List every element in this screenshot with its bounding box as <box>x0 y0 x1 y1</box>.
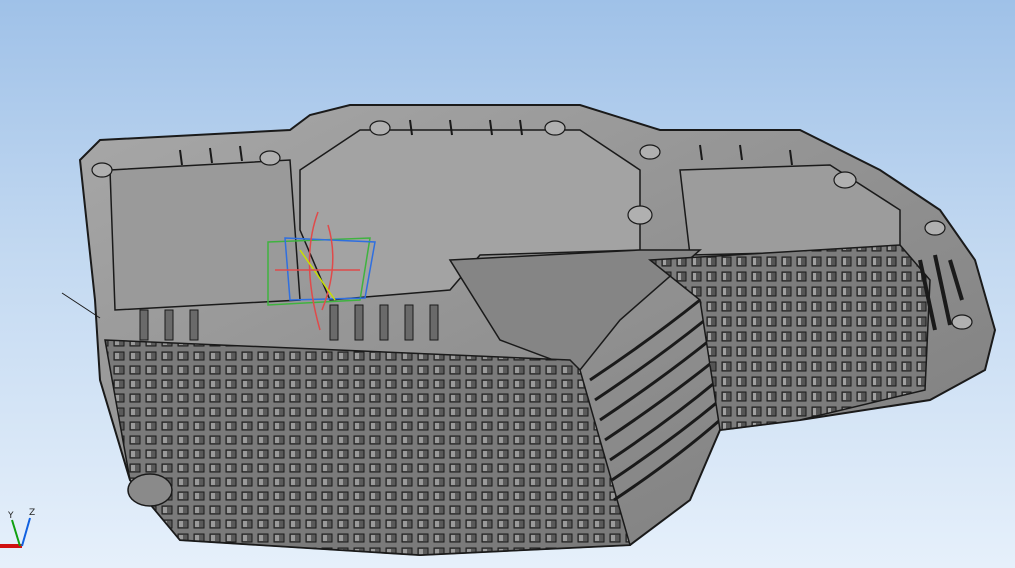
y-axis-label: Y <box>7 511 14 521</box>
graphics-viewport[interactable]: Y Z <box>0 0 1015 568</box>
z-axis-label: Z <box>29 508 35 518</box>
coordinate-triad: Y Z <box>0 508 35 548</box>
z-axis <box>21 517 31 547</box>
left-fin-block <box>104 339 631 556</box>
y-axis <box>11 519 21 547</box>
oil-pan-3d-model[interactable] <box>0 0 1015 568</box>
drain-boss <box>127 473 173 507</box>
left-cavity <box>109 159 301 311</box>
